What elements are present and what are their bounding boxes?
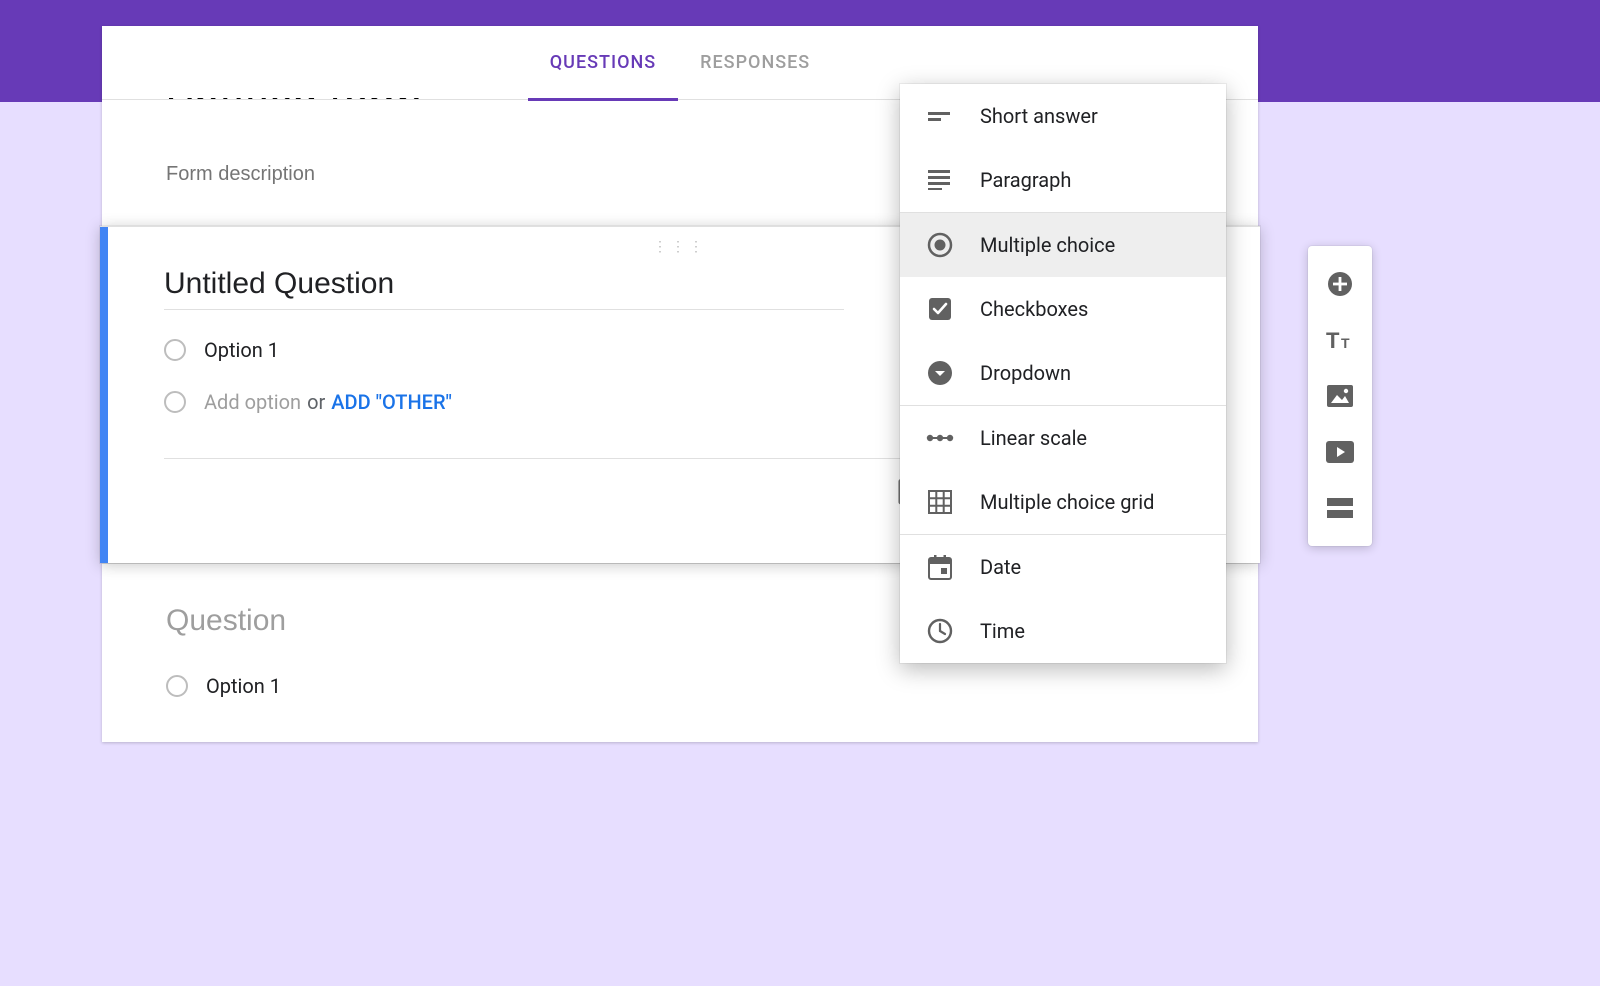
- type-label: Multiple choice grid: [980, 490, 1154, 514]
- add-option-text[interactable]: Add option: [204, 390, 301, 414]
- type-date[interactable]: Date: [900, 535, 1226, 599]
- radio-icon: [166, 675, 188, 697]
- type-checkboxes[interactable]: Checkboxes: [900, 277, 1226, 341]
- paragraph-icon: [926, 166, 954, 194]
- type-label: Multiple choice: [980, 233, 1115, 257]
- type-linear-scale[interactable]: Linear scale: [900, 406, 1226, 470]
- plus-circle-icon: [1326, 270, 1354, 298]
- svg-text:T: T: [1326, 328, 1340, 352]
- tab-responses[interactable]: RESPONSES: [678, 26, 832, 100]
- type-label: Linear scale: [980, 426, 1087, 450]
- add-title-button[interactable]: TT: [1318, 318, 1362, 362]
- short-answer-icon: [926, 102, 954, 130]
- add-section-button[interactable]: [1318, 486, 1362, 530]
- linear-scale-icon: [926, 424, 954, 452]
- svg-text:T: T: [1341, 335, 1350, 351]
- type-label: Time: [980, 619, 1025, 643]
- image-icon: [1327, 385, 1353, 407]
- type-label: Checkboxes: [980, 297, 1088, 321]
- clock-icon: [926, 617, 954, 645]
- type-time[interactable]: Time: [900, 599, 1226, 663]
- radio-icon: [164, 339, 186, 361]
- add-question-button[interactable]: [1318, 262, 1362, 306]
- dropdown-icon: [926, 359, 954, 387]
- grid-icon: [926, 488, 954, 516]
- type-label: Dropdown: [980, 361, 1071, 385]
- type-multiple-choice-grid[interactable]: Multiple choice grid: [900, 470, 1226, 534]
- question-title-input[interactable]: [164, 263, 844, 310]
- section-icon: [1327, 498, 1353, 518]
- option-text[interactable]: Option 1: [204, 338, 279, 362]
- tab-questions[interactable]: QUESTIONS: [528, 26, 678, 100]
- drag-handle-icon[interactable]: ⋮⋮⋮: [653, 239, 707, 255]
- question-title-static[interactable]: [166, 600, 846, 646]
- or-text: or: [307, 390, 325, 414]
- text-icon: TT: [1326, 328, 1354, 352]
- type-label: Short answer: [980, 104, 1098, 128]
- question-type-menu: Short answer Paragraph Multiple choice C…: [900, 84, 1226, 663]
- video-icon: [1326, 441, 1354, 463]
- side-toolbar: TT: [1308, 246, 1372, 546]
- type-label: Date: [980, 555, 1021, 579]
- type-short-answer[interactable]: Short answer: [900, 84, 1226, 148]
- add-video-button[interactable]: [1318, 430, 1362, 474]
- type-paragraph[interactable]: Paragraph: [900, 148, 1226, 212]
- radio-checked-icon: [926, 231, 954, 259]
- add-other-button[interactable]: ADD "OTHER": [331, 390, 452, 414]
- option-text[interactable]: Option 1: [206, 674, 281, 698]
- type-dropdown[interactable]: Dropdown: [900, 341, 1226, 405]
- radio-icon: [164, 391, 186, 413]
- calendar-icon: [926, 553, 954, 581]
- checkbox-icon: [926, 295, 954, 323]
- add-image-button[interactable]: [1318, 374, 1362, 418]
- type-multiple-choice[interactable]: Multiple choice: [900, 213, 1226, 277]
- option-row: Option 1: [166, 674, 1194, 698]
- type-label: Paragraph: [980, 168, 1071, 192]
